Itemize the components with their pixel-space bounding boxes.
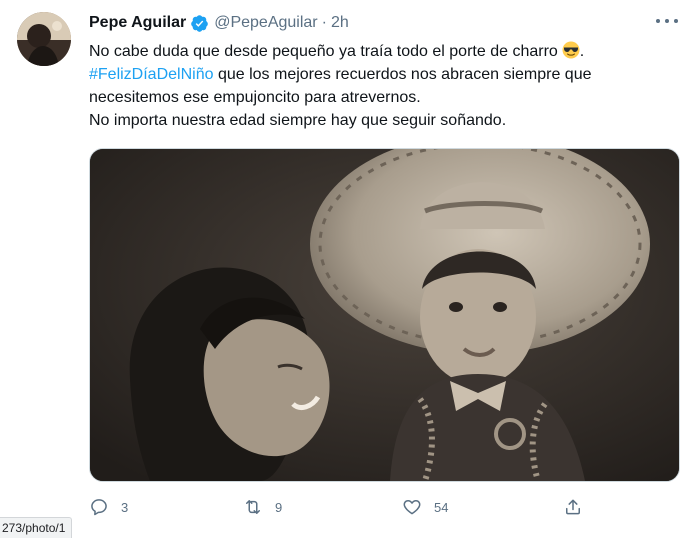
- tweet-text-line-1: No cabe duda que desde pequeño ya traía …: [89, 40, 669, 63]
- tweet[interactable]: Pepe Aguilar @PepeAguilar · 2h No cabe d…: [0, 0, 700, 538]
- user-avatar-icon: [17, 12, 71, 66]
- author-avatar[interactable]: [17, 12, 71, 66]
- photo-image: [90, 149, 679, 481]
- share-icon: [566, 499, 580, 515]
- tweet-timestamp[interactable]: 2h: [331, 14, 349, 32]
- reply-button[interactable]: 3: [89, 494, 128, 520]
- tweet-text-segment: que los mejores recuerdos nos abracen si…: [213, 66, 592, 83]
- verified-badge-icon: [191, 14, 209, 32]
- more-dot: [674, 19, 678, 23]
- retweet-count: 9: [275, 499, 283, 515]
- hashtag-link[interactable]: #FelizDíaDelNiño: [89, 66, 214, 83]
- tweet-actions: 3 9 54: [89, 494, 589, 520]
- tweet-text-line-3: necesitemos ese empujoncito para atrever…: [89, 89, 421, 106]
- browser-status-url: 273/photo/1: [0, 517, 73, 538]
- retweet-button[interactable]: 9: [243, 494, 282, 520]
- share-button[interactable]: [563, 494, 583, 520]
- reply-count: 3: [121, 499, 129, 515]
- sunglasses-emoji-icon: [562, 41, 580, 59]
- tweet-photo[interactable]: [89, 148, 680, 482]
- tweet-text-segment: No cabe duda que desde pequeño ya traía …: [89, 43, 558, 60]
- like-button[interactable]: 54: [402, 494, 448, 520]
- more-dot: [665, 19, 669, 23]
- tweet-text-line-2: #FelizDíaDelNiño que los mejores recuerd…: [89, 63, 669, 86]
- heart-icon: [403, 500, 421, 515]
- tweet-text-period: .: [579, 43, 585, 60]
- author-name[interactable]: Pepe Aguilar: [89, 14, 186, 32]
- retweet-icon: [246, 500, 260, 514]
- reply-icon: [91, 499, 107, 516]
- tweet-text-line-4: No importa nuestra edad siempre hay que …: [89, 112, 507, 129]
- more-options-button[interactable]: [656, 14, 678, 28]
- separator-dot: ·: [321, 14, 327, 31]
- tweet-text: No cabe duda que desde pequeño ya traía …: [89, 40, 669, 132]
- tweet-header: Pepe Aguilar @PepeAguilar · 2h: [89, 12, 349, 34]
- author-handle[interactable]: @PepeAguilar: [214, 14, 317, 32]
- more-horizontal-icon: [656, 19, 660, 23]
- like-count: 54: [434, 499, 449, 515]
